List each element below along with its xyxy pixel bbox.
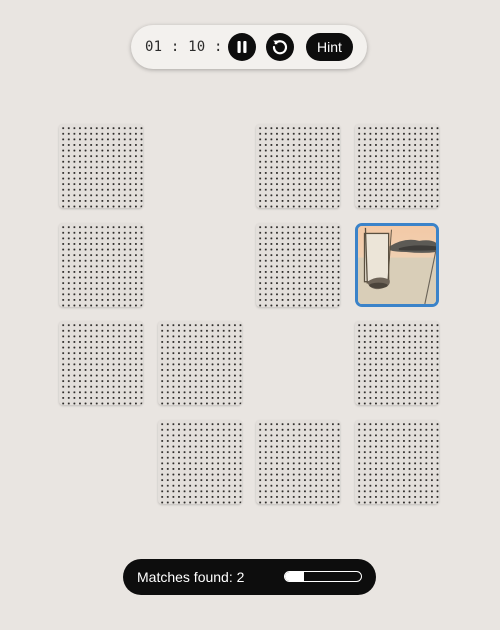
boat-illustration-image bbox=[358, 226, 436, 304]
card-face-down[interactable] bbox=[256, 223, 340, 307]
matches-found-label: Matches found: 2 bbox=[137, 569, 245, 585]
card-face-down[interactable] bbox=[355, 420, 439, 504]
card-face-down[interactable] bbox=[158, 321, 242, 405]
pause-icon bbox=[237, 41, 247, 53]
card-face-down[interactable] bbox=[59, 223, 143, 307]
restart-icon bbox=[272, 40, 288, 55]
match-progress-fill bbox=[285, 572, 304, 581]
card-face-down[interactable] bbox=[256, 420, 340, 504]
card-face-down[interactable] bbox=[355, 321, 439, 405]
match-status-bar: Matches found: 2 bbox=[123, 559, 376, 595]
pause-button[interactable] bbox=[228, 33, 256, 61]
game-control-bar: 01 : 10 : 66 Hint bbox=[131, 25, 367, 69]
match-progress-bar bbox=[284, 571, 362, 582]
card-face-down[interactable] bbox=[59, 321, 143, 405]
hint-button[interactable]: Hint bbox=[306, 33, 353, 61]
card-face-up-selected[interactable] bbox=[355, 223, 439, 307]
card-face-down[interactable] bbox=[158, 420, 242, 504]
card-face-down[interactable] bbox=[59, 124, 143, 208]
card-face-down[interactable] bbox=[355, 124, 439, 208]
card-face-down[interactable] bbox=[256, 124, 340, 208]
restart-button[interactable] bbox=[266, 33, 294, 61]
